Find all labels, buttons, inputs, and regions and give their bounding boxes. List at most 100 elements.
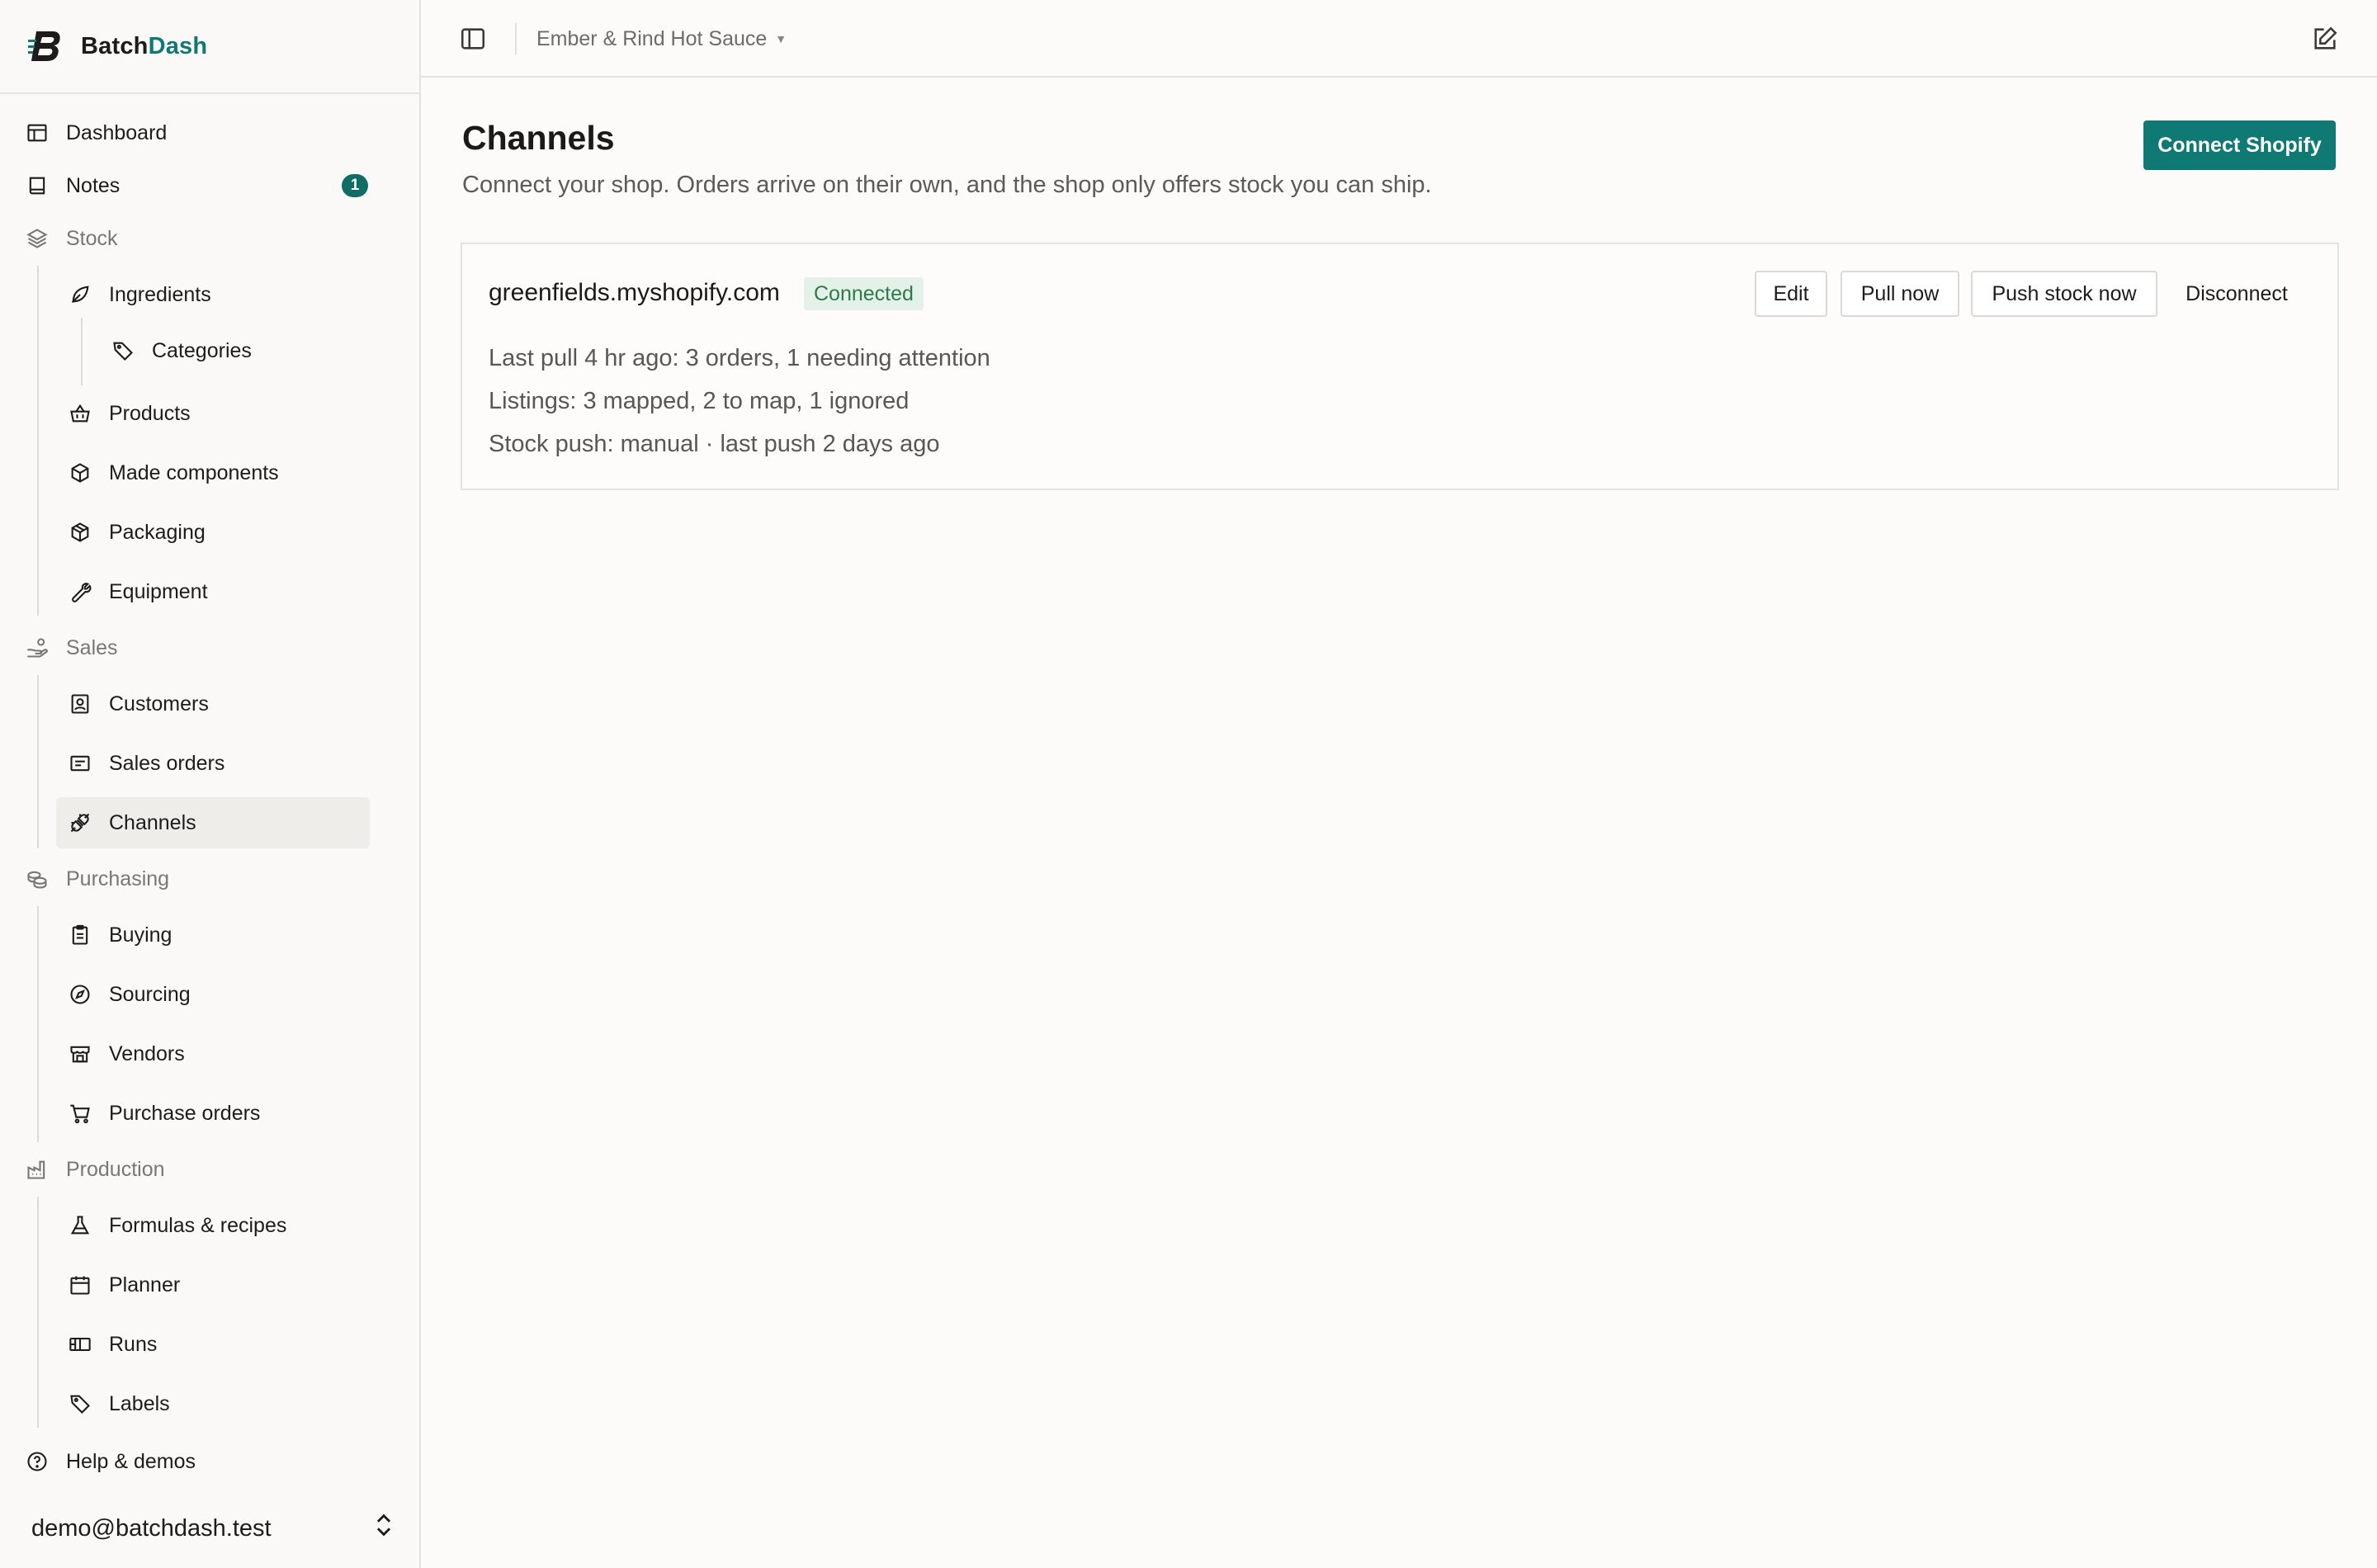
store-icon	[68, 1041, 92, 1066]
coins-icon	[25, 867, 50, 891]
sidebar-divider	[0, 92, 419, 94]
sidebar-item-label: Runs	[109, 1332, 158, 1356]
channel-card: greenfields.myshopify.com Connected Edit…	[461, 243, 2339, 490]
layers-icon	[25, 226, 50, 251]
notes-icon	[25, 173, 50, 198]
factory-icon	[25, 1157, 50, 1182]
plug-icon	[68, 810, 92, 835]
caret-down-icon: ▼	[775, 32, 787, 45]
cart-icon	[68, 1101, 92, 1126]
sidebar-item-label: Made components	[109, 460, 279, 484]
topbar: Ember & Rind Hot Sauce ▼	[421, 0, 2377, 78]
sidebar-item-channels[interactable]: Channels	[56, 797, 370, 848]
sidebar-item-customers[interactable]: Customers	[68, 678, 365, 730]
edit-button[interactable]: Edit	[1755, 271, 1827, 317]
workspace-switcher[interactable]: Ember & Rind Hot Sauce ▼	[536, 23, 787, 54]
stock-push-status: Stock push: manual · last push 2 days ag…	[489, 431, 940, 457]
status-badge: Connected	[804, 277, 924, 310]
sidebar-item-label: Buying	[109, 923, 172, 947]
pull-now-button[interactable]: Pull now	[1841, 271, 1959, 317]
sidebar-item-made-components[interactable]: Made components	[68, 447, 365, 498]
sidebar-item-categories[interactable]: Categories	[111, 325, 375, 376]
sidebar-item-packaging[interactable]: Packaging	[68, 507, 365, 558]
sidebar-item-purchase-orders[interactable]: Purchase orders	[68, 1088, 365, 1139]
leaf-icon	[68, 282, 92, 307]
listings-status: Listings: 3 mapped, 2 to map, 1 ignored	[489, 388, 910, 414]
user-menu[interactable]: demo@batchdash.test	[31, 1505, 395, 1551]
page-subtitle: Connect your shop. Orders arrive on thei…	[462, 172, 1432, 198]
disconnect-button[interactable]: Disconnect	[2169, 271, 2304, 317]
ingredients-tree-line	[81, 318, 83, 385]
chevron-up-down-icon	[373, 1511, 395, 1546]
sidebar-item-label: Sales orders	[109, 751, 225, 775]
sidebar-toggle-icon[interactable]	[459, 25, 487, 53]
sidebar-item-label: Ingredients	[109, 282, 211, 306]
last-pull-status: Last pull 4 hr ago: 3 orders, 1 needing …	[489, 345, 990, 371]
sidebar-item-label: Labels	[109, 1391, 170, 1415]
sidebar-item-products[interactable]: Products	[68, 388, 365, 439]
sidebar-item-label: Sourcing	[109, 982, 191, 1006]
runs-icon	[68, 1332, 92, 1357]
connect-shopify-button[interactable]: Connect Shopify	[2143, 120, 2336, 170]
compass-icon	[68, 982, 92, 1007]
sidebar-item-labels[interactable]: Labels	[68, 1378, 365, 1429]
sidebar-item-label: Vendors	[109, 1041, 185, 1065]
sidebar-section-sales[interactable]: Sales	[25, 622, 396, 673]
flask-icon	[68, 1213, 92, 1238]
help-icon	[25, 1449, 50, 1474]
sidebar-item-equipment[interactable]: Equipment	[68, 566, 365, 617]
sidebar-item-label: Formulas & recipes	[109, 1213, 287, 1237]
shop-domain: greenfields.myshopify.com	[489, 279, 780, 306]
sidebar-item-formulas-recipes[interactable]: Formulas & recipes	[68, 1200, 365, 1251]
sidebar-item-notes[interactable]: Notes 1	[25, 160, 396, 211]
sidebar-item-label: Dashboard	[66, 120, 168, 144]
sidebar-item-sales-orders[interactable]: Sales orders	[68, 738, 365, 789]
stock-tree-line	[37, 266, 39, 616]
clipboard-icon	[68, 923, 92, 947]
box-icon	[68, 460, 92, 485]
sidebar-item-label: Planner	[109, 1273, 181, 1296]
batchdash-logo-icon	[28, 31, 60, 61]
sidebar-item-label: Channels	[109, 810, 196, 834]
calendar-icon	[68, 1273, 92, 1297]
sidebar-item-runs[interactable]: Runs	[68, 1319, 365, 1370]
topbar-divider	[515, 23, 517, 54]
dashboard-icon	[25, 120, 50, 145]
sidebar-item-label: Production	[66, 1157, 165, 1181]
user-email: demo@batchdash.test	[31, 1514, 272, 1542]
brand[interactable]: BatchDash	[28, 23, 207, 69]
sidebar-item-label: Help & demos	[66, 1449, 196, 1473]
workspace-name: Ember & Rind Hot Sauce	[536, 26, 768, 50]
hand-coins-icon	[25, 635, 50, 660]
sidebar-item-ingredients[interactable]: Ingredients	[68, 269, 365, 320]
sidebar-item-buying[interactable]: Buying	[68, 909, 365, 961]
sidebar: BatchDash Dashboard Notes 1 Stock Ingred…	[0, 0, 421, 1568]
push-stock-now-button[interactable]: Push stock now	[1971, 271, 2157, 317]
page-title: Channels	[462, 119, 615, 157]
notes-count-badge: 1	[342, 174, 368, 197]
sidebar-item-vendors[interactable]: Vendors	[68, 1028, 365, 1079]
sidebar-item-label: Purchasing	[66, 867, 170, 890]
sidebar-section-stock[interactable]: Stock	[25, 213, 396, 264]
label-tag-icon	[68, 1391, 92, 1416]
production-tree-line	[37, 1197, 39, 1428]
compose-icon[interactable]	[2311, 25, 2339, 53]
purchasing-tree-line	[37, 906, 39, 1142]
contact-icon	[68, 692, 92, 716]
sales-tree-line	[37, 675, 39, 848]
tag-icon	[111, 338, 135, 363]
receipt-icon	[68, 751, 92, 776]
sidebar-item-sourcing[interactable]: Sourcing	[68, 969, 365, 1020]
sidebar-item-label: Categories	[152, 338, 252, 362]
brand-name: BatchDash	[81, 32, 208, 59]
sidebar-item-help-demos[interactable]: Help & demos	[25, 1436, 396, 1487]
sidebar-section-production[interactable]: Production	[25, 1144, 396, 1195]
package-icon	[68, 520, 92, 545]
sidebar-item-label: Stock	[66, 226, 118, 250]
sidebar-item-label: Customers	[109, 692, 209, 716]
basket-icon	[68, 401, 92, 426]
sidebar-item-dashboard[interactable]: Dashboard	[25, 107, 396, 158]
sidebar-item-label: Equipment	[109, 579, 208, 603]
sidebar-item-planner[interactable]: Planner	[68, 1259, 365, 1311]
sidebar-section-purchasing[interactable]: Purchasing	[25, 853, 396, 904]
